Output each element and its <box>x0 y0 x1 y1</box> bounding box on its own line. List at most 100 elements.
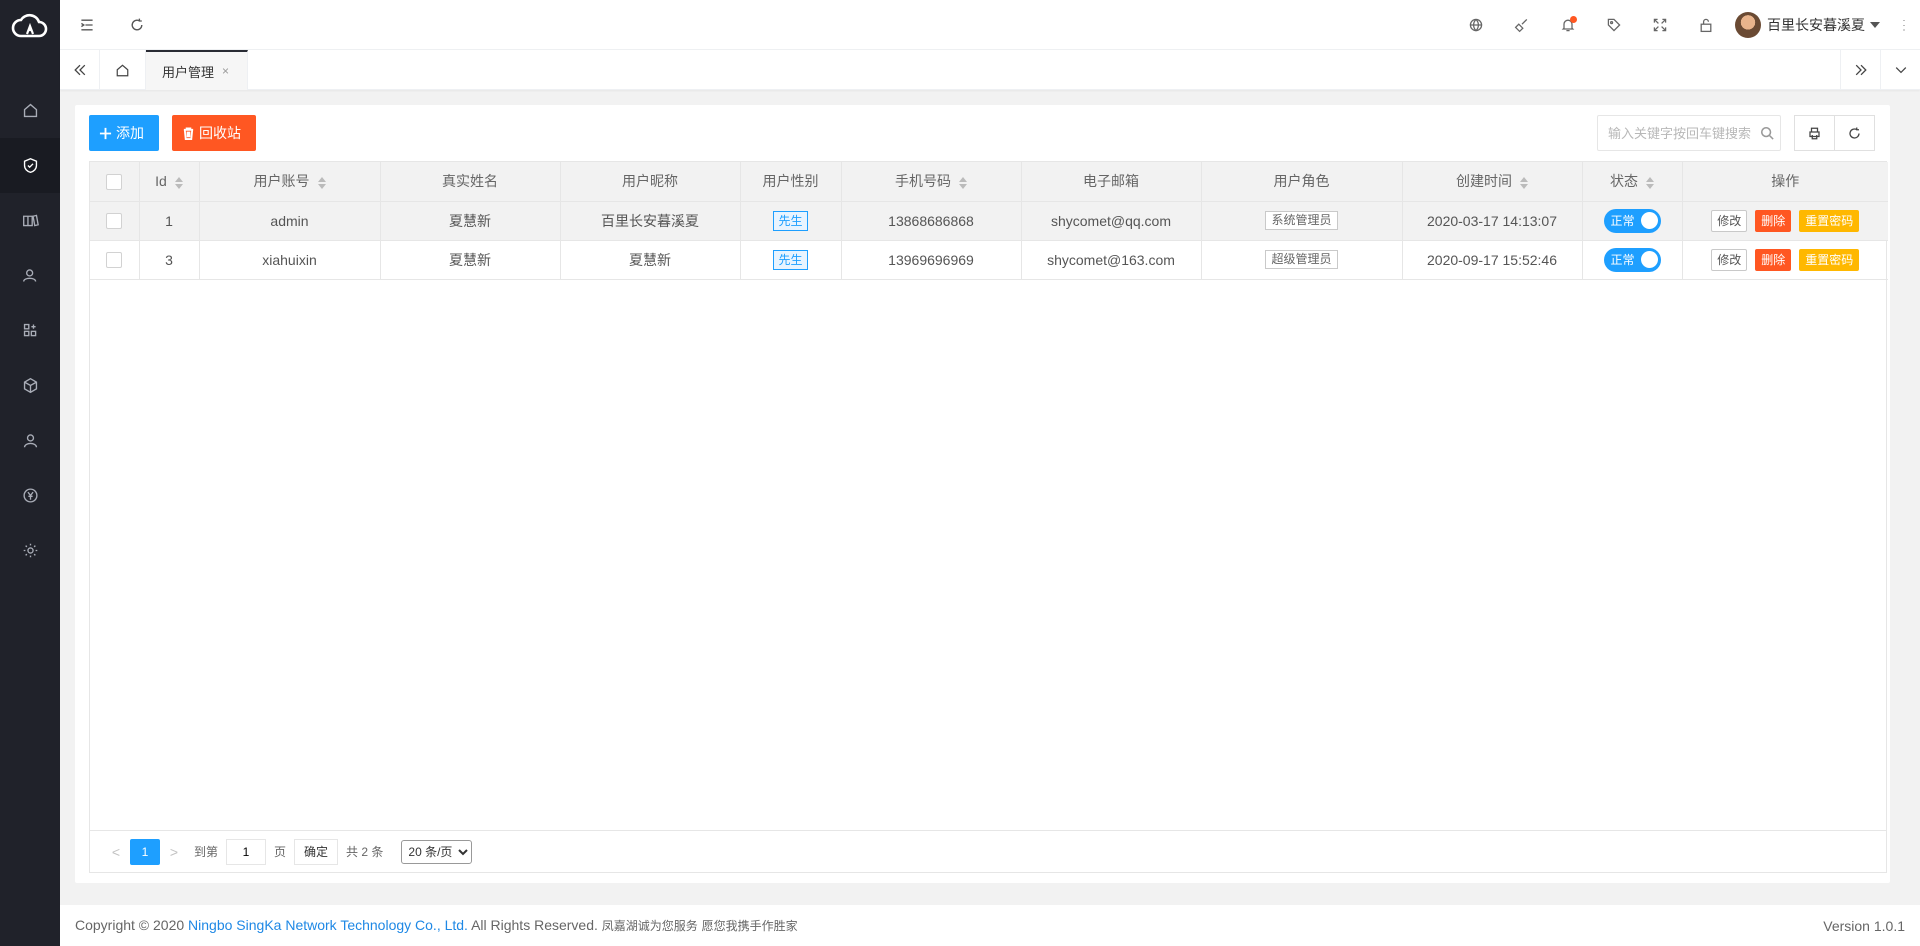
cell-email: shycomet@qq.com <box>1021 201 1202 241</box>
sidebar-item-settings[interactable] <box>0 523 60 578</box>
goto-confirm-button[interactable]: 确定 <box>294 838 339 865</box>
sidebar-item-users[interactable] <box>0 248 60 303</box>
edit-button[interactable]: 修改 <box>1711 248 1748 271</box>
sort-icon[interactable] <box>1520 176 1528 189</box>
status-label: 正常 <box>1610 214 1635 228</box>
tab-label: 用户管理 <box>162 64 215 80</box>
col-email: 电子邮箱 <box>1021 162 1202 202</box>
col-phone[interactable]: 手机号码 <box>841 162 1022 202</box>
cell-account: admin <box>199 201 381 241</box>
sidebar-item-home[interactable] <box>0 83 60 138</box>
menu-toggle-button[interactable] <box>60 0 114 50</box>
cell-account: xiahuixin <box>199 240 381 280</box>
sidebar-item-finance[interactable] <box>0 468 60 523</box>
sort-icon[interactable] <box>959 176 967 189</box>
cloud-logo[interactable] <box>0 0 60 50</box>
select-all-cell <box>90 162 140 202</box>
user-table: Id 用户账号 真实姓名 用户昵称 用户性别 手机号码 电子邮箱 用户角色 创建… <box>89 161 1888 873</box>
broom-icon <box>1514 18 1528 33</box>
refresh-icon <box>1849 127 1860 139</box>
refresh-table-button[interactable] <box>1834 115 1875 151</box>
status-toggle[interactable]: 正常 <box>1603 208 1661 233</box>
table-row[interactable]: 1 admin 夏慧新 百里长安暮溪夏 先生 13868686868 shyco… <box>90 201 1888 241</box>
refresh-page-button[interactable] <box>114 0 160 50</box>
company-link[interactable]: Ningbo SingKa Network Technology Co., Lt… <box>188 917 468 933</box>
more-button[interactable] <box>1888 0 1920 50</box>
double-chevron-right-icon <box>1855 64 1867 76</box>
home-icon <box>116 63 129 76</box>
notification-button[interactable] <box>1545 0 1591 50</box>
tabs-menu-button[interactable] <box>1880 50 1920 90</box>
row-checkbox[interactable] <box>106 252 123 269</box>
row-checkbox[interactable] <box>106 213 123 230</box>
sidebar <box>0 0 60 946</box>
clear-cache-button[interactable] <box>1499 0 1545 50</box>
sort-icon[interactable] <box>1646 176 1654 189</box>
role-badge: 系统管理员 <box>1265 211 1338 230</box>
col-actions: 操作 <box>1682 162 1888 202</box>
theme-button[interactable] <box>1591 0 1637 50</box>
sort-icon[interactable] <box>174 176 183 189</box>
language-button[interactable] <box>1453 0 1499 50</box>
close-icon[interactable]: × <box>222 64 229 78</box>
notification-dot <box>1570 16 1577 23</box>
trash-icon <box>183 126 194 140</box>
edit-button[interactable]: 修改 <box>1711 209 1748 232</box>
search-input[interactable] <box>1597 115 1781 151</box>
user-menu[interactable]: 百里长安暮溪夏 <box>1729 0 1888 50</box>
toggle-knob <box>1640 212 1658 229</box>
cell-id: 3 <box>139 240 200 280</box>
tab-user-management[interactable]: 用户管理 × <box>146 50 248 90</box>
user-name: 百里长安暮溪夏 <box>1767 17 1865 33</box>
delete-button[interactable]: 删除 <box>1755 248 1792 271</box>
col-nickname: 用户昵称 <box>560 162 741 202</box>
prev-page-button[interactable]: < <box>104 839 128 865</box>
tabs-scroll-left-button[interactable] <box>60 50 100 90</box>
sidebar-item-security[interactable] <box>0 138 60 193</box>
sidebar-item-package[interactable] <box>0 358 60 413</box>
select-all-checkbox[interactable] <box>106 173 123 190</box>
tab-home[interactable] <box>100 50 146 90</box>
sidebar-item-apps[interactable] <box>0 303 60 358</box>
status-toggle[interactable]: 正常 <box>1603 247 1661 272</box>
print-icon <box>1809 127 1820 139</box>
col-status[interactable]: 状态 <box>1582 162 1683 202</box>
lock-screen-button[interactable] <box>1683 0 1729 50</box>
reset-password-button[interactable]: 重置密码 <box>1799 209 1860 232</box>
sidebar-item-member[interactable] <box>0 413 60 468</box>
gender-badge: 先生 <box>773 249 808 270</box>
pagination: < 1 > 到第 页 确定 共 2 条 20 条/页 <box>90 830 1886 872</box>
gear-icon <box>23 543 37 558</box>
print-button[interactable] <box>1794 115 1835 151</box>
page-1-button[interactable]: 1 <box>130 838 160 865</box>
apps-icon <box>23 323 36 337</box>
refresh-icon <box>131 18 143 31</box>
col-created[interactable]: 创建时间 <box>1402 162 1583 202</box>
cell-nickname: 夏慧新 <box>560 240 741 280</box>
next-page-button[interactable]: > <box>162 839 186 865</box>
col-id[interactable]: Id <box>139 162 200 202</box>
delete-button[interactable]: 删除 <box>1755 209 1792 232</box>
goto-page-input[interactable] <box>226 838 267 865</box>
cell-real-name: 夏慧新 <box>380 240 561 280</box>
sidebar-item-books[interactable] <box>0 193 60 248</box>
reset-password-button[interactable]: 重置密码 <box>1799 248 1860 271</box>
page-size-select[interactable]: 20 条/页 <box>401 839 473 864</box>
lock-icon <box>1700 18 1712 33</box>
status-label: 正常 <box>1610 253 1635 267</box>
avatar <box>1735 12 1761 38</box>
sort-icon[interactable] <box>317 176 326 189</box>
col-account[interactable]: 用户账号 <box>199 162 381 202</box>
top-header: 百里长安暮溪夏 <box>60 0 1920 50</box>
add-button[interactable]: 添加 <box>89 115 159 151</box>
user-group-icon <box>22 269 36 282</box>
cell-created: 2020-03-17 14:13:07 <box>1402 201 1583 241</box>
recycle-bin-button[interactable]: 回收站 <box>172 115 256 151</box>
cube-icon <box>23 377 37 394</box>
footer: Copyright © 2020 Ningbo SingKa Network T… <box>60 905 1920 946</box>
fullscreen-button[interactable] <box>1637 0 1683 50</box>
tabs-scroll-right-button[interactable] <box>1840 50 1880 90</box>
table-row[interactable]: 3 xiahuixin 夏慧新 夏慧新 先生 13969696969 shyco… <box>90 240 1888 280</box>
globe-icon <box>1469 18 1483 32</box>
toggle-knob <box>1640 251 1658 268</box>
